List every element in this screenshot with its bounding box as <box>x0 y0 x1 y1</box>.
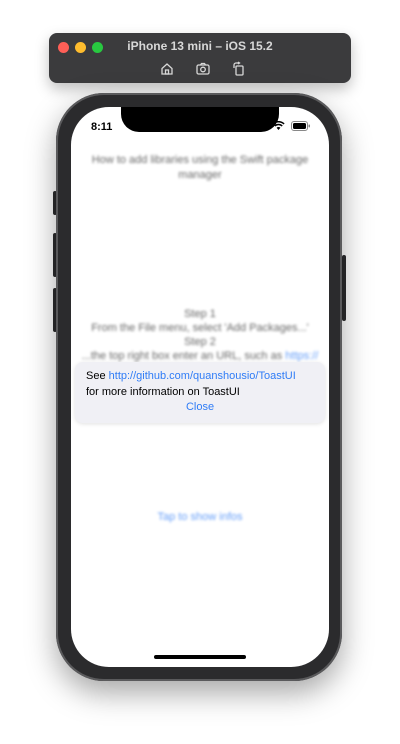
phone-screen: 8:11 How to add libraries using the Swif… <box>71 107 329 667</box>
step2-text: ...the top right box enter an URL, such … <box>81 350 283 362</box>
toast-message-line1: See http://github.com/quanshousio/ToastU… <box>86 370 296 382</box>
power-button <box>342 255 346 321</box>
step1-text: From the File menu, select 'Add Packages… <box>91 322 309 334</box>
screenshot-icon[interactable] <box>195 61 211 77</box>
canvas: iPhone 13 mini – iOS 15.2 8:11 How to ad… <box>0 0 400 744</box>
simulator-title: iPhone 13 mini – iOS 15.2 <box>127 39 273 53</box>
home-indicator[interactable] <box>154 655 246 659</box>
toast-github-link[interactable]: http://github.com/quanshousio/ToastUI <box>109 370 296 382</box>
toast-close-button[interactable]: Close <box>75 401 325 413</box>
simulator-toolbar: iPhone 13 mini – iOS 15.2 <box>49 33 351 83</box>
step2-label: Step 2 <box>184 336 216 348</box>
home-icon[interactable] <box>159 61 175 77</box>
toast-message-line2: for more information on ToastUI <box>86 386 240 398</box>
instructions: Step 1 From the File menu, select 'Add P… <box>71 307 329 363</box>
step2-link[interactable]: https:// <box>285 350 318 362</box>
page-title: How to add libraries using the Swift pac… <box>91 154 309 181</box>
toast-prefix: See <box>86 370 109 382</box>
toast-panel: See http://github.com/quanshousio/ToastU… <box>75 362 325 423</box>
step2-row: ...the top right box enter an URL, such … <box>71 349 329 363</box>
step1-label: Step 1 <box>184 308 216 320</box>
show-infos-button[interactable]: Tap to show infos <box>71 511 329 523</box>
rotate-icon[interactable] <box>231 61 247 77</box>
